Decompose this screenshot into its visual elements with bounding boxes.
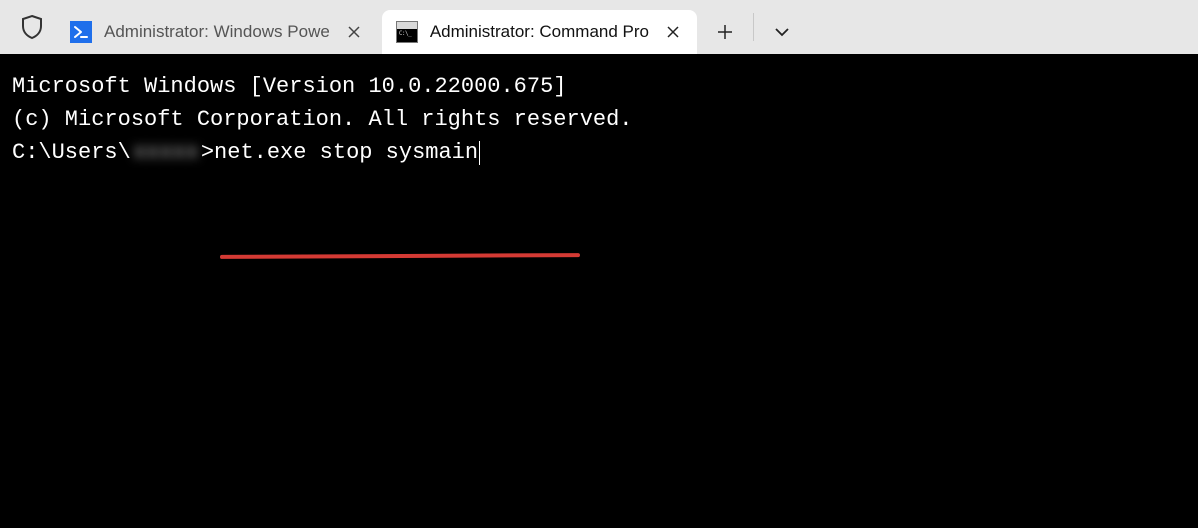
tab-title: Administrator: Command Pro xyxy=(430,22,649,42)
annotation-underline xyxy=(220,253,580,259)
tab-title: Administrator: Windows Powe xyxy=(104,22,330,42)
tab-dropdown-button[interactable] xyxy=(758,10,806,54)
tab-bar: Administrator: Windows Powe Administrato… xyxy=(0,0,1198,54)
command-input[interactable]: net.exe stop sysmain xyxy=(214,136,478,169)
close-icon[interactable] xyxy=(342,20,366,44)
new-tab-button[interactable] xyxy=(701,10,749,54)
shield-icon xyxy=(8,0,56,54)
prompt-username-obscured: xxxxx xyxy=(131,136,201,169)
cmd-icon xyxy=(396,21,418,43)
tab-command-prompt[interactable]: Administrator: Command Pro xyxy=(382,10,697,54)
tab-powershell[interactable]: Administrator: Windows Powe xyxy=(56,10,378,54)
terminal-line: (c) Microsoft Corporation. All rights re… xyxy=(12,103,1186,136)
divider xyxy=(753,13,754,41)
text-cursor xyxy=(479,141,480,165)
powershell-icon xyxy=(70,21,92,43)
terminal-output[interactable]: Microsoft Windows [Version 10.0.22000.67… xyxy=(0,54,1198,528)
terminal-prompt: C:\Users\xxxxx>net.exe stop sysmain xyxy=(12,136,1186,169)
terminal-line: Microsoft Windows [Version 10.0.22000.67… xyxy=(12,70,1186,103)
close-icon[interactable] xyxy=(661,20,685,44)
prompt-separator: > xyxy=(201,136,214,169)
prompt-path: C:\Users\ xyxy=(12,136,131,169)
